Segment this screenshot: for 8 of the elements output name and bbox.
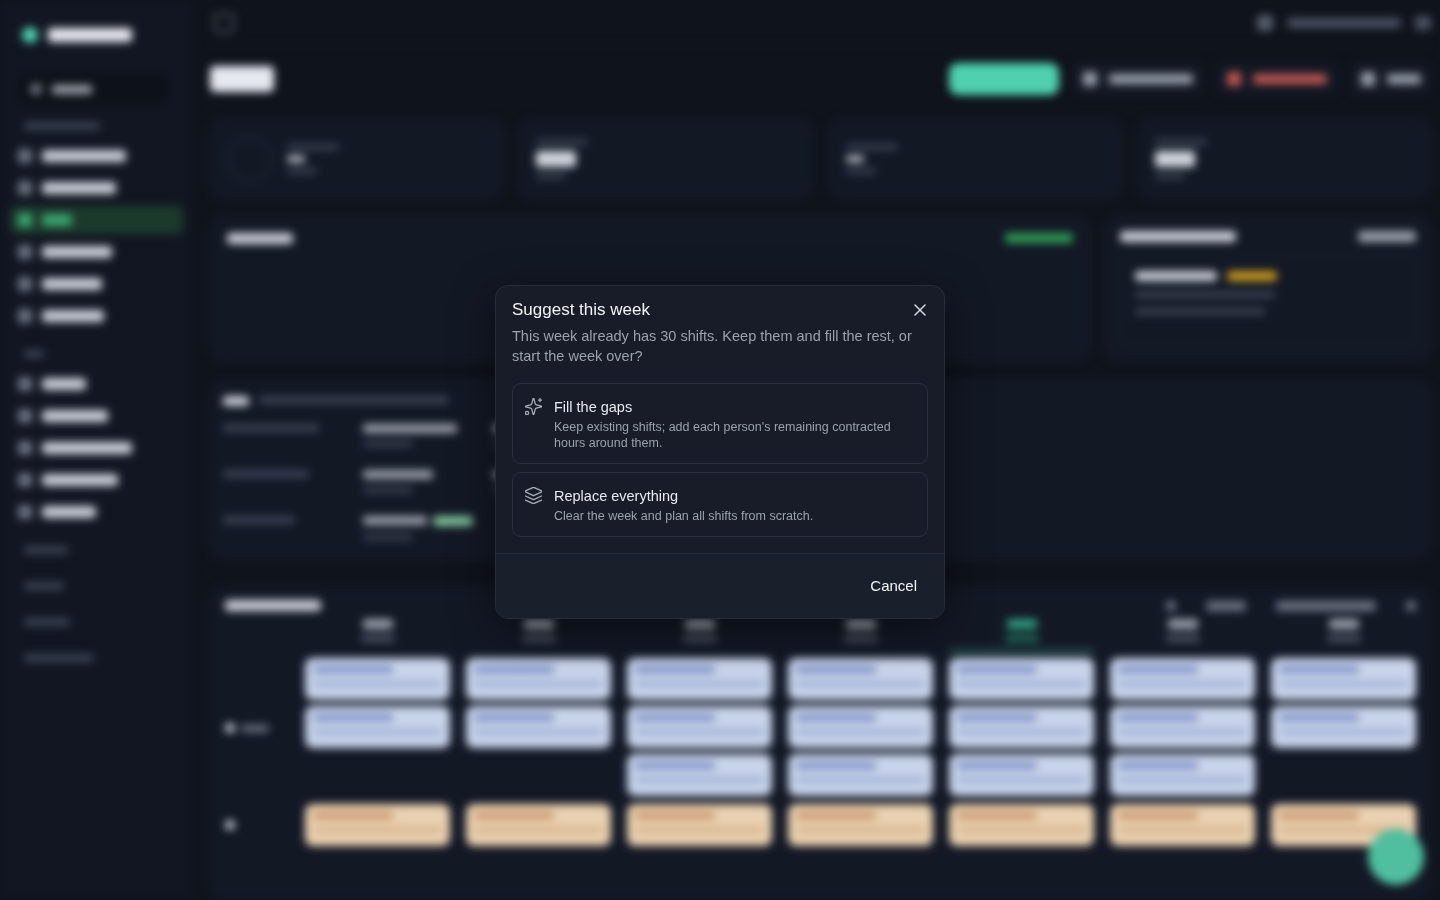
layers-icon — [525, 487, 542, 504]
dialog-title: Suggest this week — [512, 299, 650, 321]
option-button[interactable]: Fill the gaps Keep existing shifts; add each person's remaining contracted hours around them. — [512, 383, 928, 464]
close-icon — [914, 304, 926, 316]
option-button[interactable]: Replace everything Clear the week and plan all shifts from scratch. — [512, 472, 928, 537]
cancel-button[interactable]: Cancel — [859, 570, 928, 602]
sparkles-icon — [525, 398, 542, 415]
dialog-message: This week already has 30 shifts. Keep them and fill the rest, or start the week over? — [512, 327, 913, 366]
